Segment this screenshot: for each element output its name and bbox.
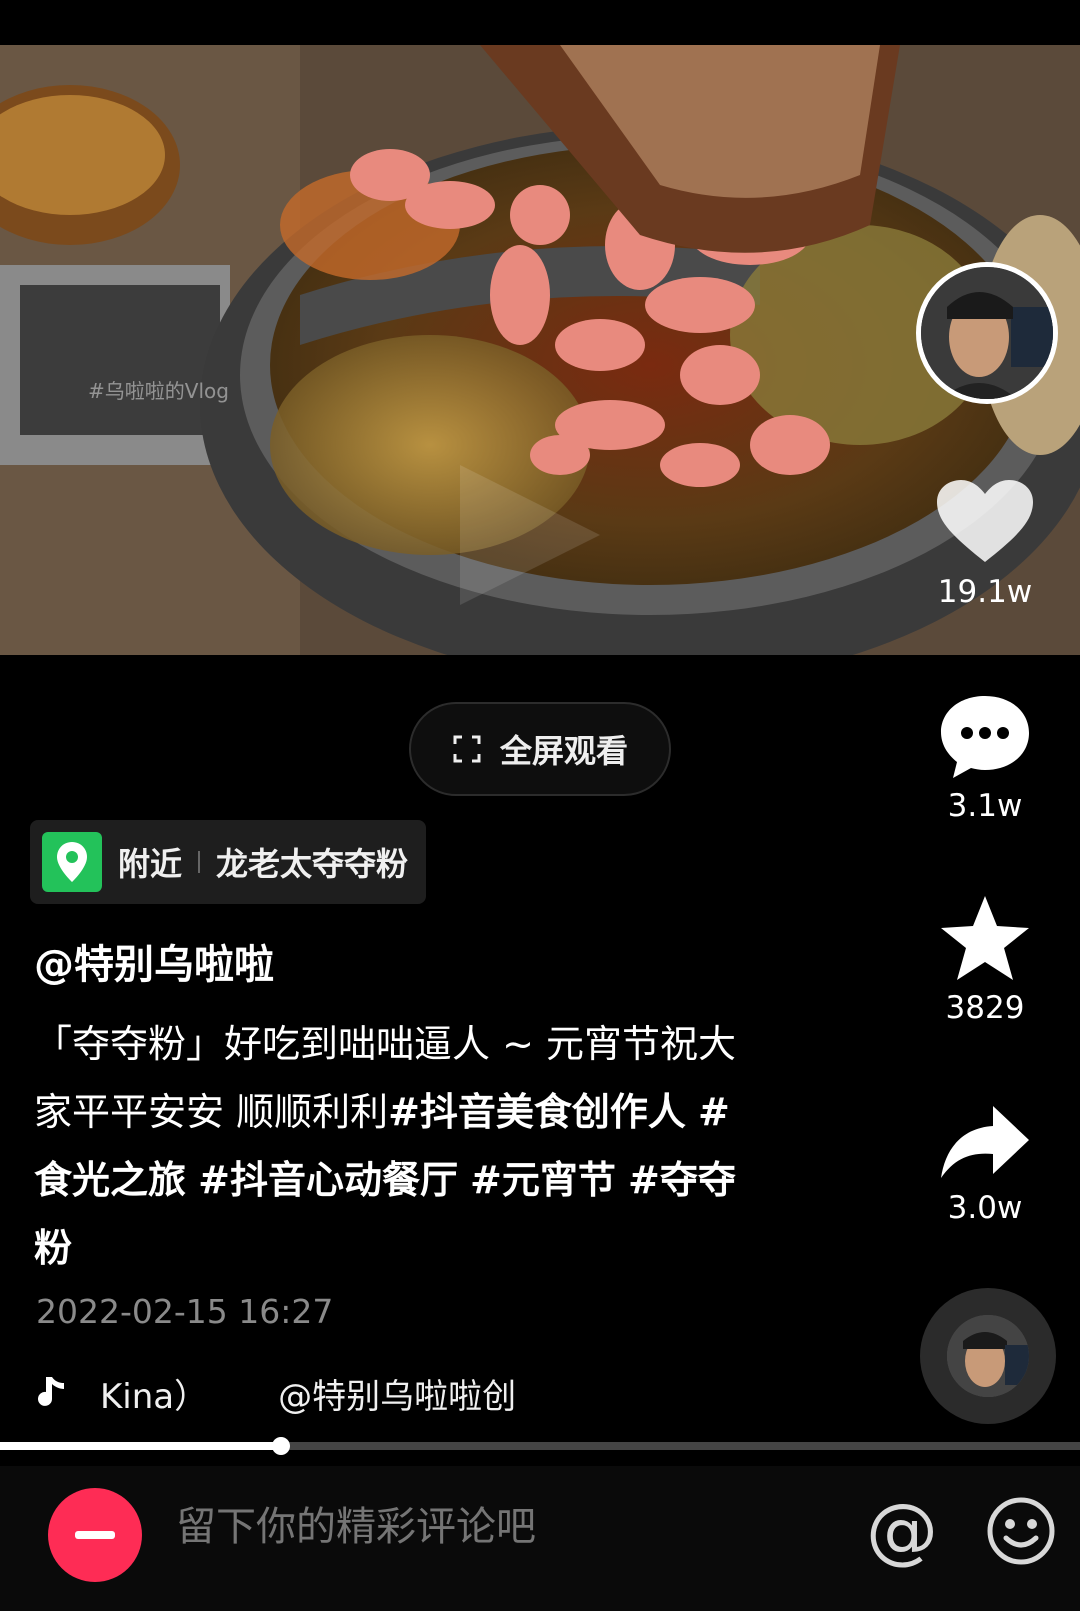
share-count: 3.0w [947, 1190, 1023, 1226]
hashtag[interactable]: #抖音美食创作人 [388, 1090, 686, 1134]
creator-avatar[interactable] [916, 262, 1058, 404]
comment-bar: @ [0, 1466, 1080, 1611]
progress-fill [0, 1442, 281, 1450]
share-button[interactable]: 3.0w [930, 1100, 1040, 1226]
author-name[interactable]: @特别乌啦啦 [34, 932, 274, 990]
emoji-icon[interactable] [986, 1496, 1056, 1566]
music-title: Kina） [100, 1376, 209, 1417]
hashtag[interactable]: #抖音心动餐厅 [198, 1158, 458, 1202]
comment-button[interactable]: 3.1w [930, 692, 1040, 824]
comment-input[interactable] [176, 1504, 816, 1550]
like-count: 19.1w [937, 574, 1033, 610]
video-watermark: #乌啦啦的Vlog [88, 379, 229, 403]
at-icon[interactable]: @ [866, 1488, 938, 1572]
record-button[interactable] [48, 1488, 142, 1582]
location-chip[interactable]: 附近 龙老太夺夺粉 [30, 820, 427, 904]
chip-divider [198, 851, 201, 873]
post-timestamp: 2022-02-15 16:27 [36, 1292, 334, 1331]
location-pin-icon [42, 832, 102, 892]
favorite-button[interactable]: 3829 [930, 892, 1040, 1026]
fullscreen-icon [453, 735, 481, 763]
star-icon [941, 896, 1029, 980]
music-info[interactable]: Kina） @特别乌啦啦创 [30, 1368, 568, 1418]
share-icon [941, 1106, 1029, 1178]
progress-handle[interactable] [271, 1437, 290, 1455]
hashtag[interactable]: #元宵节 [470, 1158, 616, 1202]
music-author: @特别乌啦啦创 [278, 1376, 517, 1417]
favorite-count: 3829 [945, 990, 1025, 1026]
video-progress-bar[interactable] [0, 1437, 1080, 1455]
like-button[interactable]: 19.1w [930, 478, 1040, 610]
fullscreen-button[interactable]: 全屏观看 [409, 702, 671, 796]
creator-face-image [921, 267, 1053, 399]
post-description: 「夺夺粉」好吃到咄咄逼人 ~ 元宵节祝大家平平安安 顺顺利利#抖音美食创作人 #… [34, 1010, 764, 1282]
comment-count: 3.1w [947, 788, 1023, 824]
location-place: 龙老太夺夺粉 [216, 845, 409, 883]
location-prefix: 附近 [118, 845, 183, 883]
music-disc[interactable] [920, 1288, 1056, 1424]
comment-icon [941, 696, 1029, 778]
heart-icon [937, 480, 1033, 562]
music-disc-avatar [947, 1315, 1029, 1397]
music-note-icon [38, 1377, 64, 1406]
fullscreen-label: 全屏观看 [499, 732, 628, 770]
